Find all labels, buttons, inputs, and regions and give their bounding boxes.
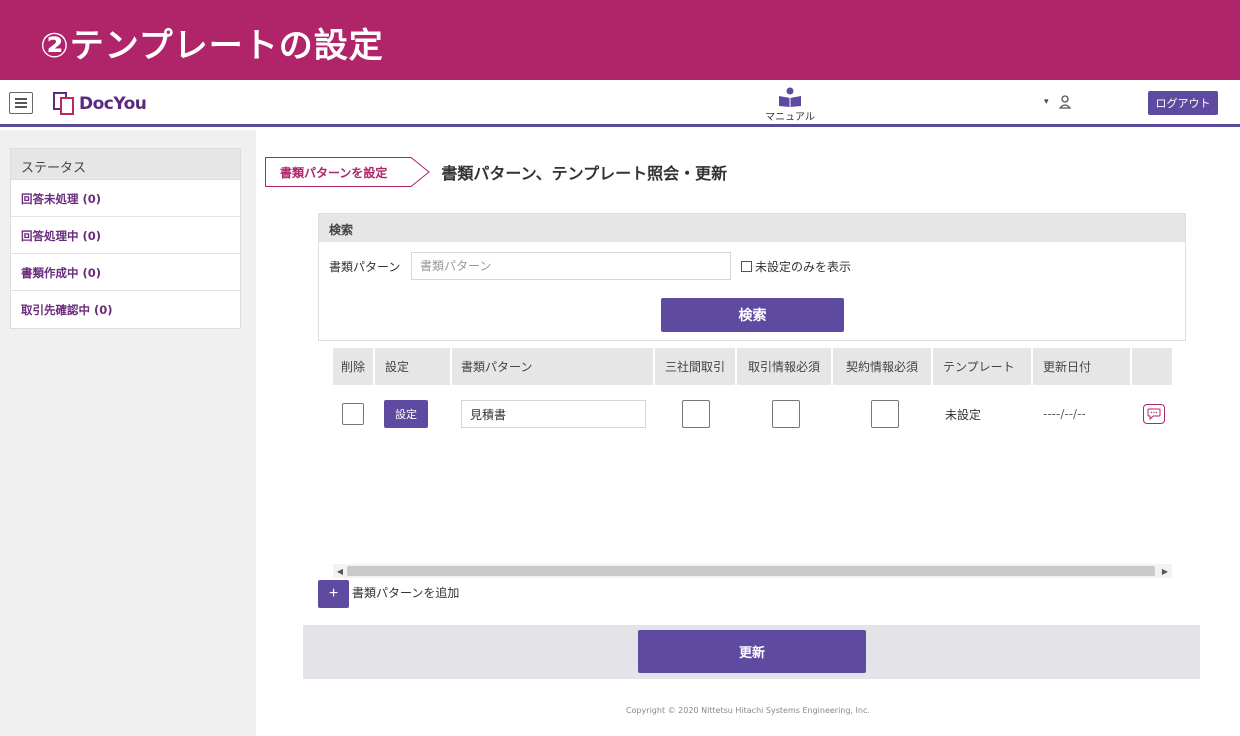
sidebar-item-unanswered[interactable]: 回答未処理 (0): [11, 180, 240, 217]
col-contract-required: 契約情報必須: [833, 348, 933, 385]
transaction-required-checkbox[interactable]: [772, 400, 800, 428]
table-horizontal-scrollbar[interactable]: ◀ ▶: [333, 564, 1172, 578]
add-pattern-button[interactable]: +: [318, 580, 349, 608]
caret-down-icon: ▾: [1044, 97, 1049, 107]
col-delete: 削除: [333, 348, 375, 385]
updated-date: ----/--/--: [1043, 407, 1086, 421]
delete-checkbox-cell: [342, 392, 364, 436]
pattern-search-input[interactable]: [411, 252, 731, 280]
scroll-left-icon[interactable]: ◀: [333, 564, 347, 578]
update-button[interactable]: 更新: [638, 630, 866, 673]
menu-icon[interactable]: [9, 92, 33, 114]
col-actions: [1132, 348, 1172, 385]
three-party-cell: [682, 392, 710, 436]
template-cell: 未設定: [945, 392, 981, 436]
search-panel: 検索 書類パターン 未設定のみを表示 検索: [318, 213, 1186, 341]
col-transaction-required: 取引情報必須: [737, 348, 833, 385]
user-icon: [1058, 95, 1071, 109]
manual-book-icon: [779, 87, 801, 107]
set-button[interactable]: 設定: [384, 400, 428, 428]
col-pattern: 書類パターン: [452, 348, 655, 385]
three-party-checkbox[interactable]: [682, 400, 710, 428]
delete-checkbox[interactable]: [342, 403, 364, 425]
docyou-logo-icon: [53, 92, 74, 115]
logout-button[interactable]: ログアウト: [1148, 91, 1218, 115]
manual-label: マニュアル: [765, 112, 815, 123]
page-title: 書類パターン、テンプレート照会・更新: [441, 164, 728, 183]
comment-cell: [1143, 392, 1165, 436]
breadcrumb-tag[interactable]: 書類パターンを設定: [265, 157, 410, 187]
pattern-label: 書類パターン: [329, 259, 401, 274]
search-heading: 検索: [319, 214, 1185, 242]
unset-only-checkbox[interactable]: 未設定のみを表示: [741, 258, 851, 275]
copyright: Copyright © 2020 Nittetsu Hitachi System…: [626, 706, 870, 715]
scroll-right-icon[interactable]: ▶: [1158, 564, 1172, 578]
comment-glyph: [1147, 408, 1161, 420]
table-row: 設定 見積書 未設定 ----/--/--: [333, 392, 1172, 436]
scrollbar-thumb[interactable]: [347, 566, 1155, 576]
banner-title: ②テンプレートの設定: [40, 26, 384, 66]
col-updated: 更新日付: [1033, 348, 1132, 385]
app-header: DocYou マニュアル ▾ ログアウト: [0, 80, 1240, 127]
add-pattern-label: 書類パターンを追加: [352, 586, 460, 600]
template-status: 未設定: [945, 407, 982, 422]
col-template: テンプレート: [933, 348, 1033, 385]
sidebar-item-answering[interactable]: 回答処理中 (0): [11, 217, 240, 254]
user-menu[interactable]: ▾: [1044, 95, 1071, 109]
status-heading: ステータス: [11, 149, 240, 180]
col-three-party: 三社間取引: [655, 348, 737, 385]
pattern-name-field[interactable]: 見積書: [461, 400, 646, 428]
banner: ②テンプレートの設定: [0, 0, 1240, 80]
unset-only-checkbox-box[interactable]: [741, 260, 752, 272]
update-bar: 更新: [303, 625, 1200, 679]
updated-cell: ----/--/--: [1043, 392, 1086, 436]
sidebar-item-creating[interactable]: 書類作成中 (0): [11, 254, 240, 291]
search-button[interactable]: 検索: [661, 298, 844, 332]
manual-link[interactable]: マニュアル: [760, 87, 820, 123]
set-cell: 設定: [384, 392, 428, 436]
logo-text: DocYou: [79, 94, 147, 114]
contract-required-checkbox[interactable]: [871, 400, 899, 428]
col-settings: 設定: [375, 348, 452, 385]
contract-required-cell: [871, 392, 899, 436]
unset-only-label: 未設定のみを表示: [755, 259, 852, 274]
comment-icon[interactable]: [1143, 404, 1165, 424]
sidebar-item-partner-confirming[interactable]: 取引先確認中 (0): [11, 291, 240, 328]
pattern-cell: 見積書: [461, 392, 646, 436]
search-row: 書類パターン 未設定のみを表示: [329, 252, 851, 280]
breadcrumb: 書類パターンを設定 書類パターン、テンプレート照会・更新: [265, 157, 727, 187]
app-logo[interactable]: DocYou: [52, 90, 147, 118]
breadcrumb-arrow-icon: [409, 157, 431, 187]
table-header: 削除 設定 書類パターン 三社間取引 取引情報必須 契約情報必須 テンプレート …: [333, 348, 1172, 385]
sidebar: ステータス 回答未処理 (0) 回答処理中 (0) 書類作成中 (0) 取引先確…: [0, 130, 256, 736]
transaction-required-cell: [772, 392, 800, 436]
status-panel: ステータス 回答未処理 (0) 回答処理中 (0) 書類作成中 (0) 取引先確…: [10, 148, 241, 329]
